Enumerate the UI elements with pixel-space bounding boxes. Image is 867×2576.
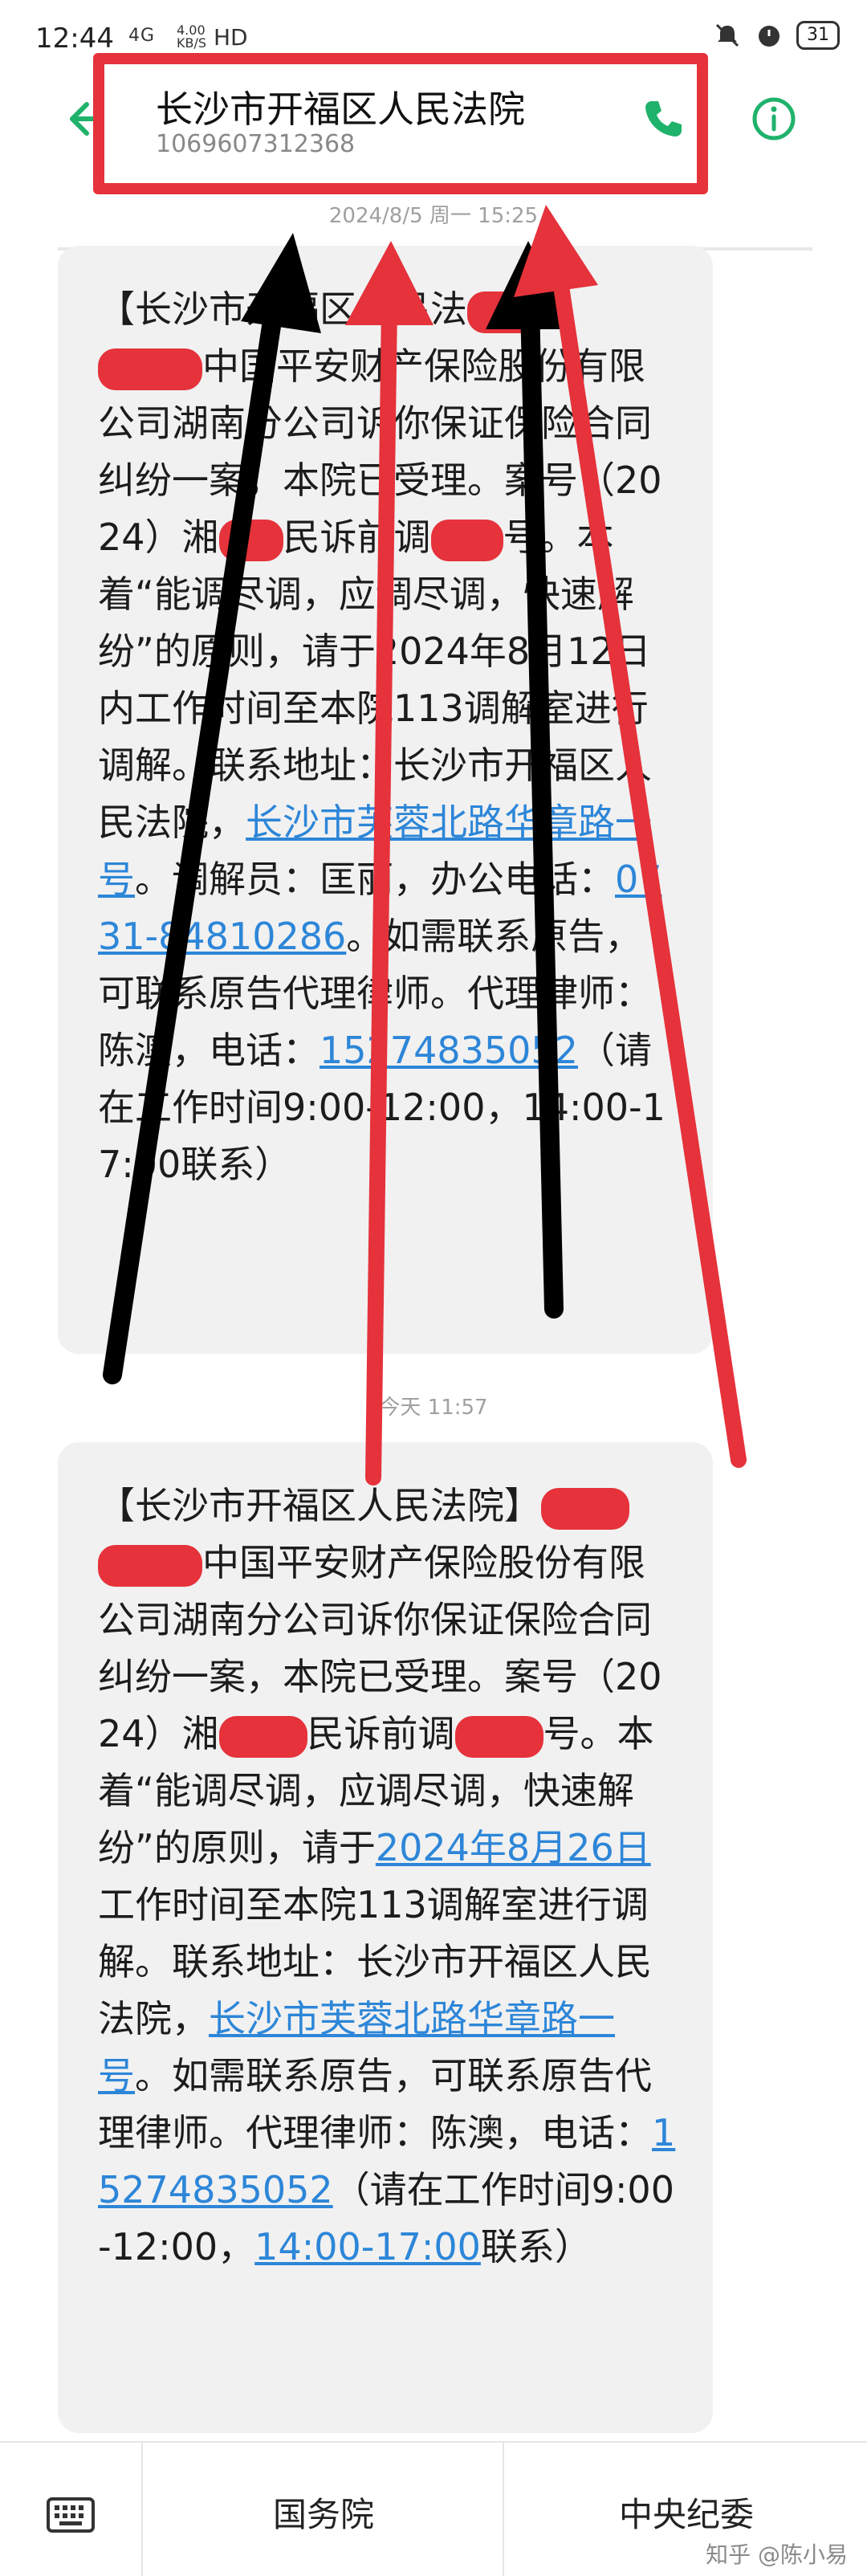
message-timestamp: 2024/8/5 周一 15:25 — [328, 204, 539, 228]
message-timestamp: 今天 11:57 — [379, 1396, 488, 1420]
annotation-highlight-box — [93, 53, 708, 194]
keyboard-icon[interactable] — [47, 2497, 95, 2533]
menu-label: 中央纪委 — [618, 2495, 754, 2534]
message-text: 联系） — [480, 2225, 592, 2268]
alarm-icon — [759, 26, 779, 47]
redaction-mark — [430, 519, 503, 561]
network-speed: 4.00 KB/S — [177, 24, 206, 50]
mute-icon — [715, 23, 739, 47]
message-text: 。调解员：匡丽，办公电话： — [135, 858, 615, 901]
message-text: 【长沙市开福区人民法院】 — [98, 1484, 541, 1527]
bottom-menu-bar: 国务院 中央纪委 知乎 @陈小易 — [0, 2441, 867, 2576]
info-icon[interactable] — [750, 95, 798, 143]
redaction-mark — [218, 519, 283, 561]
message-text: 号。本着“能调尽调，应调尽调，快速解纷”的原则，请于2024年8月12日内工作时… — [98, 516, 652, 844]
message-text: 民诉前调 — [307, 1712, 455, 1755]
redaction-mark — [218, 1715, 307, 1758]
message-bubble[interactable]: 【长沙市开福区人民法 中国平安财产保险股份有限公司湖南分公司诉你保证保险合同纠纷一… — [58, 246, 713, 1354]
status-time: 12:44 — [35, 22, 114, 55]
menu-item-guowuyuan[interactable]: 国务院 — [141, 2443, 504, 2576]
status-icons: 31 — [713, 21, 840, 50]
network-indicator: 4G — [128, 26, 156, 46]
watermark: 知乎 @陈小易 — [706, 2541, 848, 2568]
message-text: 民诉前调 — [283, 516, 431, 559]
date-link[interactable]: 2024年8月26日 — [376, 1826, 651, 1869]
time-link[interactable]: 14:00-17:00 — [254, 2225, 481, 2268]
message-text: 。如需联系原告，可联系原告代理律师。代理律师：陈澳，电话： — [98, 2054, 652, 2154]
redaction-mark — [454, 1715, 543, 1758]
speed-unit: KB/S — [177, 35, 207, 51]
redaction-mark — [467, 291, 547, 333]
hd-indicator: HD — [214, 24, 248, 51]
redaction-mark — [98, 348, 202, 390]
message-text: 【长沙市开福区人民法 — [98, 287, 467, 331]
battery-level: 31 — [796, 21, 840, 50]
redaction-mark — [541, 1487, 629, 1530]
phone-link[interactable]: 15274835052 — [320, 1029, 578, 1072]
message-bubble[interactable]: 【长沙市开福区人民法院】 中国平安财产保险股份有限公司湖南分公司诉你保证保险合同纠… — [58, 1442, 713, 2433]
redaction-mark — [98, 1544, 202, 1587]
menu-label: 国务院 — [272, 2495, 374, 2534]
